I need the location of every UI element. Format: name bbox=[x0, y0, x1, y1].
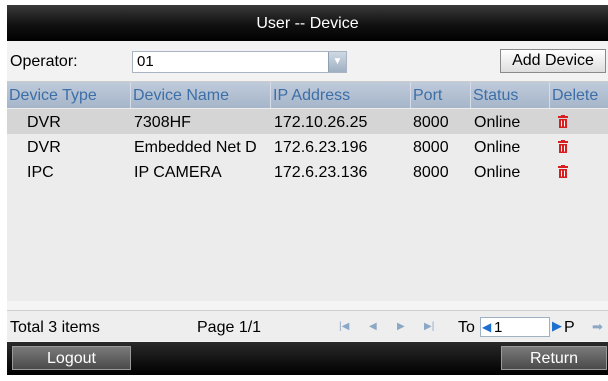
table-row[interactable]: IPC IP CAMERA 172.6.23.136 8000 Online bbox=[7, 159, 608, 184]
cell-ip-address: 172.10.26.25 bbox=[274, 114, 368, 131]
header-ip-address[interactable]: IP Address bbox=[270, 82, 410, 108]
cell-port: 8000 bbox=[413, 114, 449, 131]
logout-button[interactable]: Logout bbox=[12, 346, 131, 370]
cell-port: 8000 bbox=[413, 164, 449, 181]
page-decrement-icon[interactable]: ◀ bbox=[482, 320, 491, 334]
cell-status: Online bbox=[474, 164, 521, 181]
cell-status: Online bbox=[474, 114, 521, 131]
table-row[interactable]: DVR Embedded Net D 172.6.23.196 8000 Onl… bbox=[7, 134, 608, 159]
page-suffix: P bbox=[564, 319, 575, 336]
header-status[interactable]: Status bbox=[470, 82, 549, 108]
operator-label: Operator: bbox=[10, 53, 78, 70]
page-number-value: 1 bbox=[494, 319, 503, 336]
first-page-icon[interactable]: |◀ bbox=[339, 321, 349, 332]
cell-ip-address: 172.6.23.196 bbox=[274, 139, 368, 156]
cell-device-name: 7308HF bbox=[134, 114, 191, 131]
header-port[interactable]: Port bbox=[410, 82, 470, 108]
operator-select[interactable]: 01 ▼ bbox=[132, 51, 347, 73]
page-increment-icon[interactable]: ▶ bbox=[552, 318, 562, 334]
total-items: Total 3 items bbox=[10, 319, 100, 336]
chevron-down-icon[interactable]: ▼ bbox=[328, 52, 346, 72]
operator-bar: Operator: 01 ▼ Add Device bbox=[7, 41, 608, 82]
table-row[interactable]: DVR 7308HF 172.10.26.25 8000 Online bbox=[7, 109, 608, 134]
trash-icon[interactable] bbox=[557, 165, 569, 178]
bottom-bar: Logout Return bbox=[7, 342, 608, 375]
go-arrow-icon[interactable]: ➡ bbox=[592, 319, 603, 335]
pagination-bar: Total 3 items Page 1/1 |◀ ◀ ▶ ▶| To ◀ 1 … bbox=[7, 310, 608, 341]
header-delete[interactable]: Delete bbox=[549, 82, 608, 108]
cell-port: 8000 bbox=[413, 139, 449, 156]
device-table-body: DVR 7308HF 172.10.26.25 8000 Online DVR … bbox=[7, 108, 608, 301]
operator-value: 01 bbox=[137, 53, 154, 70]
user-device-window: User -- Device Operator: 01 ▼ Add Device… bbox=[7, 5, 608, 375]
next-page-icon[interactable]: ▶ bbox=[397, 321, 405, 332]
header-device-name[interactable]: Device Name bbox=[130, 82, 270, 108]
to-label: To bbox=[458, 319, 475, 336]
page-indicator: Page 1/1 bbox=[197, 319, 262, 336]
cell-device-type: DVR bbox=[27, 114, 61, 131]
trash-icon[interactable] bbox=[557, 140, 569, 153]
last-page-icon[interactable]: ▶| bbox=[424, 321, 434, 332]
table-header: Device Type Device Name IP Address Port … bbox=[7, 82, 608, 108]
trash-icon[interactable] bbox=[557, 115, 569, 128]
cell-device-name: IP CAMERA bbox=[134, 164, 222, 181]
prev-page-icon[interactable]: ◀ bbox=[369, 321, 377, 332]
cell-ip-address: 172.6.23.136 bbox=[274, 164, 368, 181]
cell-device-type: IPC bbox=[27, 164, 54, 181]
cell-device-type: DVR bbox=[27, 139, 61, 156]
add-device-button[interactable]: Add Device bbox=[500, 49, 606, 73]
return-button[interactable]: Return bbox=[501, 346, 607, 370]
cell-status: Online bbox=[474, 139, 521, 156]
cell-device-name: Embedded Net D bbox=[134, 139, 257, 156]
page-number-input[interactable]: ◀ 1 bbox=[480, 317, 550, 337]
header-device-type[interactable]: Device Type bbox=[7, 82, 130, 108]
window-title: User -- Device bbox=[7, 5, 608, 41]
